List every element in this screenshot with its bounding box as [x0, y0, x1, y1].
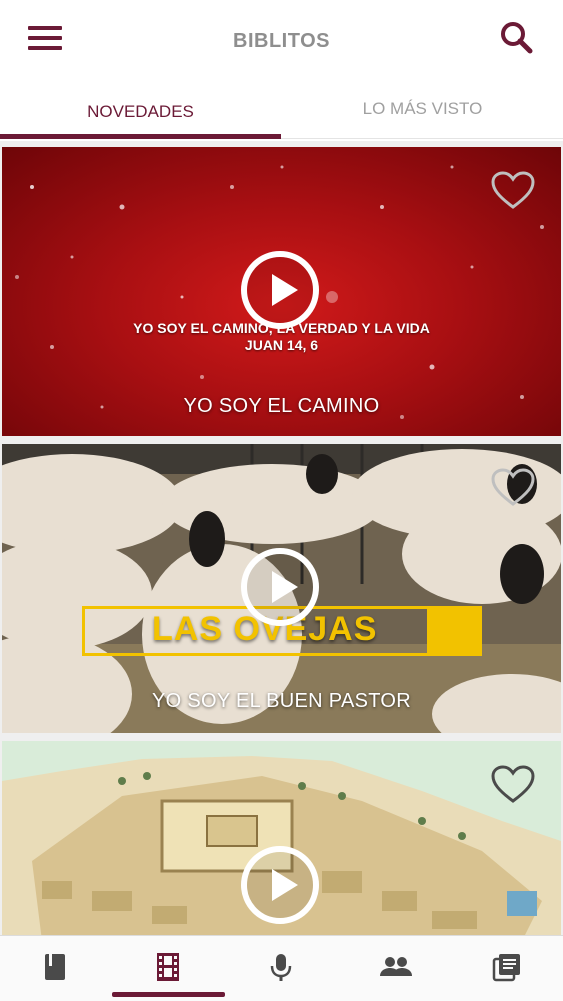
- nav-library[interactable]: [450, 936, 562, 1001]
- active-tab-indicator: [0, 134, 281, 139]
- library-icon: [492, 954, 520, 982]
- favorite-heart-icon[interactable]: [490, 765, 536, 805]
- nav-community[interactable]: [337, 936, 449, 1001]
- search-icon: [501, 22, 533, 54]
- video-card-buen-pastor[interactable]: LAS OVEJAS YO SOY EL BUEN PASTOR: [2, 444, 561, 733]
- tab-lo-mas-visto-label: LO MÁS VISTO: [362, 99, 483, 118]
- people-icon: [380, 957, 412, 976]
- tab-novedades[interactable]: NOVEDADES: [0, 80, 281, 140]
- video-card-camino[interactable]: YO SOY EL CAMINO, LA VERDAD Y LA VIDA JU…: [2, 147, 561, 436]
- verse-line-2: JUAN 14, 6: [244, 337, 319, 353]
- active-nav-indicator: [112, 992, 225, 997]
- tab-bar: NOVEDADES LO MÁS VISTO: [0, 80, 563, 140]
- nav-book[interactable]: [0, 936, 112, 1001]
- film-icon: [157, 953, 179, 981]
- play-icon[interactable]: [240, 250, 320, 330]
- tab-lo-mas-visto[interactable]: LO MÁS VISTO: [282, 80, 563, 140]
- video-title: YO SOY EL CAMINO: [183, 395, 380, 417]
- video-feed[interactable]: YO SOY EL CAMINO, LA VERDAD Y LA VIDA JU…: [0, 141, 563, 936]
- search-button[interactable]: [496, 18, 536, 58]
- play-icon[interactable]: [240, 845, 320, 925]
- favorite-heart-icon[interactable]: [490, 468, 536, 508]
- video-card-jerusalen[interactable]: [2, 741, 561, 936]
- book-icon: [45, 954, 65, 980]
- favorite-heart-icon[interactable]: [490, 171, 536, 211]
- app-title: BIBLITOS: [233, 30, 330, 52]
- nav-audio[interactable]: [225, 936, 337, 1001]
- microphone-icon: [270, 954, 292, 981]
- play-icon[interactable]: [240, 547, 320, 627]
- app-header: BIBLITOS: [0, 0, 563, 80]
- video-title: YO SOY EL BUEN PASTOR: [152, 690, 411, 712]
- bottom-navigation: [0, 935, 563, 1001]
- tab-novedades-label: NOVEDADES: [87, 102, 194, 121]
